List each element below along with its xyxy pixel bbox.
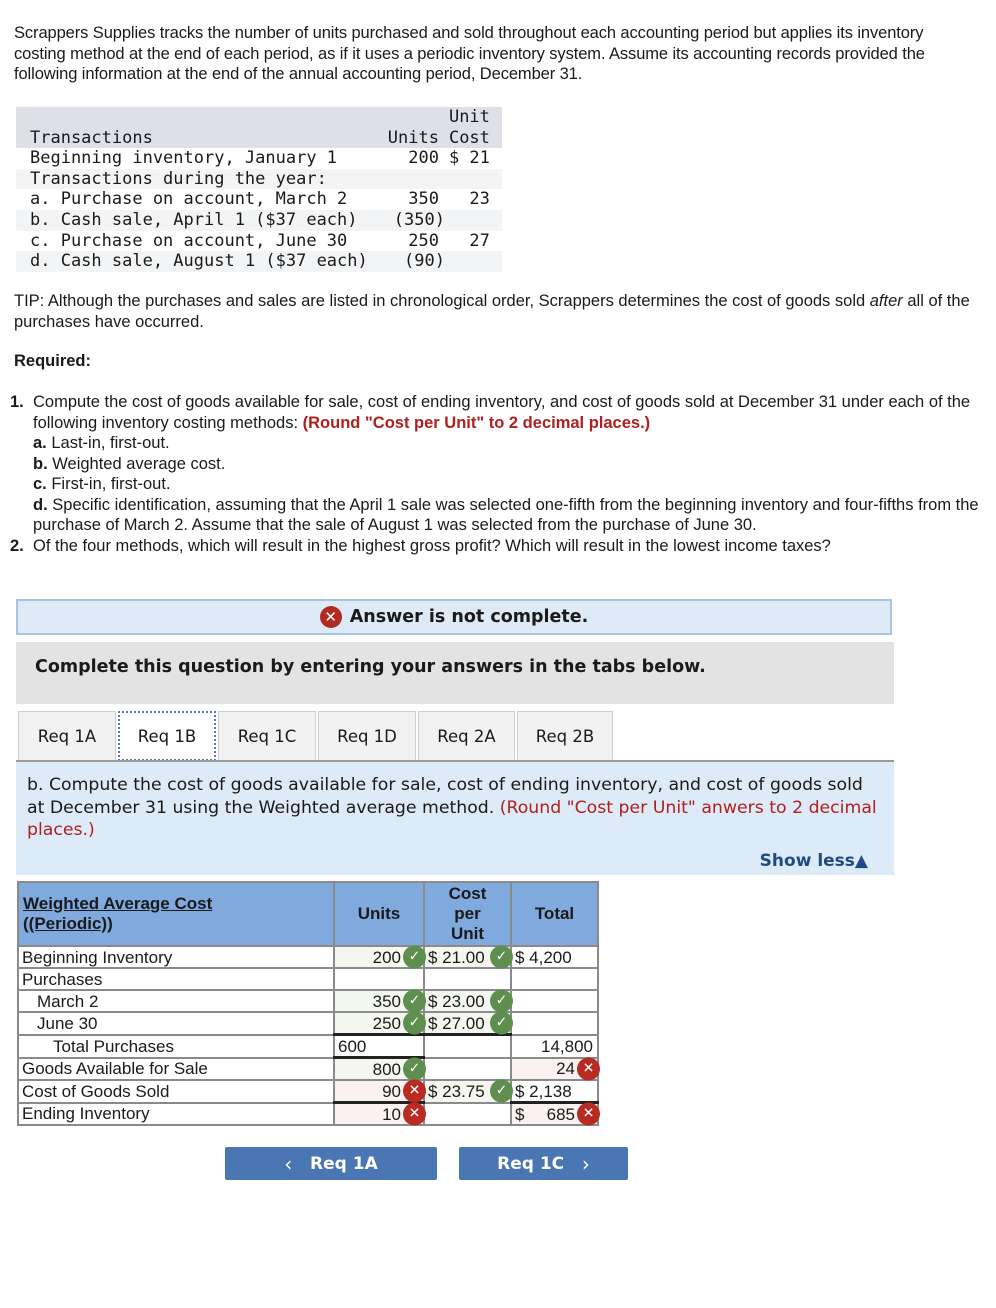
check-icon: ✓ <box>490 989 513 1013</box>
transaction-row: d. Cash sale, August 1 ($37 each) (90) <box>16 251 502 272</box>
x-icon: ✕ <box>403 1079 426 1103</box>
check-icon: ✓ <box>490 945 513 969</box>
ending-inventory-row: Ending Inventory 10 ✕ $685 ✕ <box>17 1101 600 1126</box>
transactions-header: Transactions <box>16 107 374 149</box>
cost-per-unit-column-header: Cost per Unit <box>423 881 512 947</box>
transactions-table: Transactions Units Unit Cost Beginning in… <box>16 107 502 272</box>
weighted-average-worksheet: Weighted Average Cost ((Periodic)) Units … <box>17 881 600 1126</box>
total-purchases-units: 600 <box>333 1033 425 1059</box>
requirement-2: 2. Of the four methods, which will resul… <box>10 536 831 555</box>
tip-text: TIP: Although the purchases and sales ar… <box>14 292 970 331</box>
worksheet-title: Weighted Average Cost ((Periodic)) <box>17 881 335 947</box>
total-purchases-cost: 14,800 <box>510 1033 599 1059</box>
worksheet-header-row: Weighted Average Cost ((Periodic)) Units … <box>17 881 599 947</box>
goods-available-row: Goods Available for Sale 800 ✓ 24 ✕ <box>17 1056 600 1081</box>
tab-req-1b[interactable]: Req 1B <box>118 711 216 761</box>
requirement-1c: c. First-in, first-out. <box>33 475 171 493</box>
tab-req-2a[interactable]: Req 2A <box>418 711 515 761</box>
available-units-input[interactable]: 800 ✓ <box>333 1056 426 1081</box>
check-icon: ✓ <box>403 1057 426 1081</box>
units-column-header: Units <box>333 881 425 947</box>
beginning-inventory-row: Beginning Inventory 200 ✓ $ 21.00 ✓ $ 4,20… <box>17 945 599 969</box>
cost-of-goods-sold-row: Cost of Goods Sold 90 ✕ $ 23.75 ✓ $ 2,138 <box>17 1079 599 1104</box>
required-heading: Required: <box>14 352 92 370</box>
check-icon: ✓ <box>403 945 426 969</box>
problem-intro: Scrappers Supplies tracks the number of … <box>14 24 925 83</box>
next-req-1c-button[interactable]: Req 1C › <box>459 1147 628 1180</box>
requirement-1a: a. Last-in, first-out. <box>33 434 170 452</box>
total-column-header: Total <box>510 881 599 947</box>
march-purchase-row: March 2 350 ✓ $ 23.00 ✓ <box>17 989 599 1013</box>
transaction-row: b. Cash sale, April 1 ($37 each) (350) <box>16 209 502 231</box>
chevron-left-icon: ‹ <box>284 1151 293 1176</box>
requirements-list: 1. Compute the cost of goods available f… <box>10 392 985 556</box>
cogs-total: $ 2,138 <box>510 1079 599 1104</box>
x-circle-icon: ✕ <box>319 606 342 628</box>
june-units-input[interactable]: 250 ✓ <box>333 1011 426 1036</box>
tab-req-1d[interactable]: Req 1D <box>318 711 416 761</box>
tab-req-2b[interactable]: Req 2B <box>517 711 613 761</box>
check-icon: ✓ <box>403 1011 426 1035</box>
march-units-input[interactable]: 350 ✓ <box>333 989 426 1013</box>
available-total-input[interactable]: 24 ✕ <box>510 1056 600 1081</box>
rounding-note: (Round "Cost per Unit" to 2 decimal plac… <box>302 413 651 432</box>
requirement-1b: b. Weighted average cost. <box>33 454 226 473</box>
unit-cost-header: Unit Cost <box>444 107 502 149</box>
x-icon: ✕ <box>577 1102 600 1126</box>
transaction-row: Beginning inventory, January 1 200 $ 21 <box>30 148 490 169</box>
march-cost-per-unit-input[interactable]: $ 23.00 ✓ <box>423 989 513 1013</box>
tab-req-1c[interactable]: Req 1C <box>218 711 316 761</box>
question-prompt: b. Compute the cost of goods available f… <box>16 762 894 875</box>
x-icon: ✕ <box>403 1102 426 1126</box>
triangle-up-icon: ▲ <box>854 851 868 872</box>
transaction-row: c. Purchase on account, June 30 250 27 <box>30 230 490 251</box>
cogs-units-input[interactable]: 90 ✕ <box>333 1079 426 1104</box>
transaction-row: a. Purchase on account, March 2 350 23 <box>30 189 490 210</box>
x-icon: ✕ <box>577 1057 600 1081</box>
beginning-cost-per-unit-input[interactable]: $ 21.00 ✓ <box>423 945 513 969</box>
beginning-total: $ 4,200 <box>510 945 599 969</box>
requirement-1d: d. Specific identification, assuming tha… <box>33 495 979 535</box>
requirement-1: 1. Compute the cost of goods available f… <box>10 392 985 536</box>
requirement-tabs: Req 1A Req 1B Req 1C Req 1D Req 2A Req 2… <box>18 711 615 761</box>
total-purchases-row: Total Purchases 600 14,800 <box>17 1033 599 1059</box>
ending-total-input[interactable]: $685 ✕ <box>510 1101 600 1126</box>
previous-req-1a-button[interactable]: ‹ Req 1A <box>225 1147 437 1180</box>
transaction-row: Transactions during the year: <box>16 168 502 190</box>
check-icon: ✓ <box>490 1011 513 1035</box>
june-purchase-row: June 30 250 ✓ $ 27.00 ✓ <box>17 1011 599 1036</box>
chevron-right-icon: › <box>581 1151 590 1176</box>
june-cost-per-unit-input[interactable]: $ 27.00 ✓ <box>423 1011 513 1036</box>
units-header: Units <box>373 107 445 149</box>
check-icon: ✓ <box>490 1079 513 1103</box>
beginning-units-input[interactable]: 200 ✓ <box>333 945 426 969</box>
tab-req-1a[interactable]: Req 1A <box>18 711 116 761</box>
ending-units-input[interactable]: 10 ✕ <box>333 1101 426 1126</box>
cogs-cost-per-unit-input[interactable]: $ 23.75 ✓ <box>423 1079 513 1104</box>
instructions-bar: Complete this question by entering your … <box>16 642 894 704</box>
show-less-button[interactable]: Show less▲ <box>760 850 868 873</box>
answer-status-banner: ✕ Answer is not complete. <box>16 599 892 635</box>
purchases-row: Purchases <box>17 967 599 991</box>
check-icon: ✓ <box>403 989 426 1013</box>
